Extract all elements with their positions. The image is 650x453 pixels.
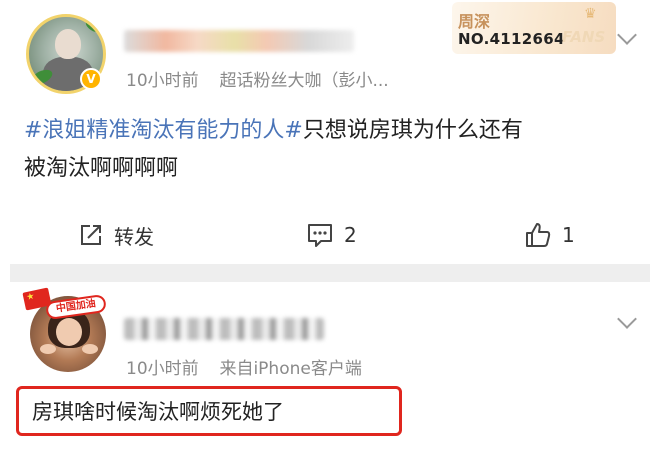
- fans-number: NO.4112664: [458, 30, 565, 48]
- like-count: 1: [562, 223, 575, 247]
- post-content[interactable]: #浪姐精准淘汰有能力的人#只想说房琪为什么还有 被淘汰啊啊啊啊: [24, 112, 523, 188]
- hashtag-link[interactable]: #浪姐精准淘汰有能力的人#: [24, 118, 303, 143]
- post-text[interactable]: 房琪啥时候淘汰啊烦死她了: [32, 396, 284, 426]
- repost-button[interactable]: 转发: [78, 220, 154, 250]
- thumbs-up-icon: [526, 223, 551, 247]
- like-button[interactable]: 1: [524, 220, 575, 250]
- fans-badge-card[interactable]: 周深 ♛ NO.4112664 FANS: [452, 2, 616, 54]
- repost-icon: [81, 225, 101, 245]
- post-divider: [10, 264, 650, 282]
- crown-icon: ♛: [584, 6, 597, 22]
- fans-idol-name: 周深: [458, 12, 491, 31]
- verified-badge-icon: V: [80, 68, 102, 90]
- post-meta: 10小时前 超话粉丝大咖（彭小...: [126, 66, 389, 91]
- chevron-down-icon[interactable]: [617, 309, 637, 329]
- post-source[interactable]: 来自iPhone客户端: [219, 359, 361, 379]
- weibo-post[interactable]: ★ 中国加油 10小时前 来自iPhone客户端 房琪啥时候淘汰啊烦死她了: [0, 282, 650, 453]
- comment-button[interactable]: 2: [306, 220, 357, 250]
- fans-label: FANS: [562, 28, 606, 46]
- comment-icon: [308, 224, 332, 247]
- weibo-feed: V 周深 ♛ NO.4112664 FANS 10小时前 超话粉丝大咖（彭小..…: [0, 0, 650, 453]
- post-text-line2: 被淘汰啊啊啊啊: [24, 156, 179, 181]
- post-actions: 转发 2 1: [0, 206, 650, 264]
- repost-label: 转发: [114, 224, 154, 249]
- post-time: 10小时前: [126, 359, 199, 379]
- comment-count: 2: [344, 223, 357, 247]
- username-blurred[interactable]: [124, 30, 354, 52]
- post-meta: 10小时前 来自iPhone客户端: [126, 354, 362, 379]
- weibo-post[interactable]: V 周深 ♛ NO.4112664 FANS 10小时前 超话粉丝大咖（彭小..…: [0, 0, 650, 264]
- username-blurred[interactable]: [124, 318, 324, 340]
- post-text-line1: 只想说房琪为什么还有: [302, 118, 523, 143]
- post-time: 10小时前: [126, 71, 199, 91]
- post-source[interactable]: 超话粉丝大咖（彭小...: [219, 71, 388, 91]
- chevron-down-icon[interactable]: [617, 25, 637, 45]
